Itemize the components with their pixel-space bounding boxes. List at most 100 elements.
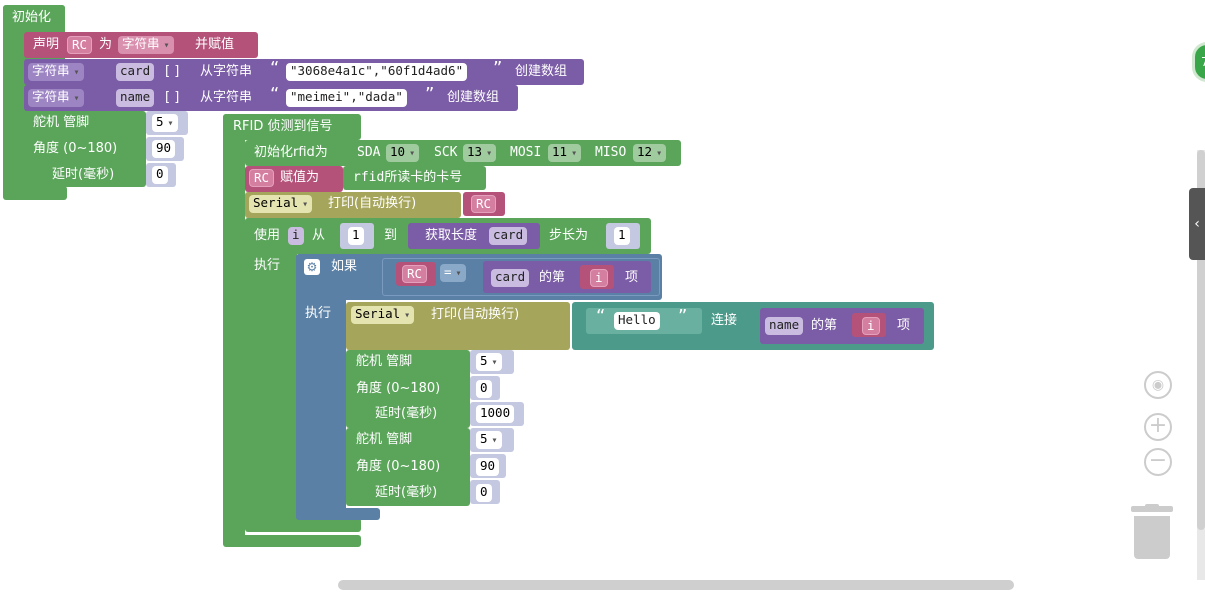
rc-var-field-1[interactable]: RC: [471, 195, 497, 213]
rfid-sda-dropdown[interactable]: 10: [386, 144, 420, 162]
rfid-hat-label: RFID 侦测到信号: [233, 119, 333, 134]
array-name-open-quote: “: [270, 84, 280, 105]
text-open-quote: “: [596, 306, 606, 327]
rc-assign-var-field[interactable]: RC: [249, 169, 275, 187]
compare-operator-dropdown[interactable]: =: [440, 264, 466, 282]
i-var-field-1[interactable]: i: [590, 269, 608, 287]
array-card-from: 从字符串: [200, 64, 253, 79]
array-name-from: 从字符串: [200, 90, 253, 105]
servo-angle-field[interactable]: 90: [152, 140, 176, 158]
toolbox-toggle-tab[interactable]: ‹: [1189, 188, 1205, 260]
array-name-name-field[interactable]: name: [116, 89, 155, 107]
rfid-mosi-dropdown[interactable]: 11: [548, 144, 582, 162]
servo2-delay-label: 延时(毫秒): [375, 485, 438, 500]
for-use-label: 使用: [254, 228, 281, 243]
rfid-init-label: 初始化rfid为: [254, 145, 328, 160]
rfid-mosi-label: MOSI: [510, 145, 542, 160]
for-do-label: 执行: [254, 258, 281, 273]
array-name-brackets: [ ]: [165, 90, 180, 105]
text-close-quote: ”: [678, 306, 688, 327]
declare-mid-label: 为: [99, 37, 113, 52]
setup-bottom: [3, 186, 67, 200]
array-card-close-quote: ”: [493, 58, 503, 79]
rfid-sck-dropdown[interactable]: 13: [463, 144, 497, 162]
servo2-angle-field[interactable]: 90: [476, 458, 500, 476]
array-name-close-quote: ”: [425, 84, 435, 105]
servo2-delay-field[interactable]: 0: [476, 484, 492, 502]
declare-label: 声明: [33, 37, 60, 52]
recenter-icon[interactable]: ◉: [1144, 371, 1172, 399]
array-get-nth-label-2: 的第: [811, 318, 838, 333]
declare-var-field[interactable]: RC: [67, 36, 93, 54]
declare-type-dropdown[interactable]: 字符串: [118, 36, 174, 54]
blockly-workspace[interactable]: 初始化 声明 RC 为 字符串 并赋值 字符串 card [ ] 从字符串 “ …: [0, 0, 1205, 594]
setup-hat-label: 初始化: [12, 10, 52, 25]
servo-delay-label: 延时(毫秒): [52, 167, 115, 182]
servo1-delay-label: 延时(毫秒): [375, 406, 438, 421]
declare-suffix-label: 并赋值: [195, 37, 235, 52]
rfid-bottom: [223, 535, 361, 547]
text-hello-field[interactable]: Hello: [614, 312, 660, 330]
for-step-field[interactable]: 1: [614, 227, 630, 245]
array-get-nth-label-1: 的第: [539, 270, 566, 285]
if-do-label: 执行: [305, 306, 332, 321]
servo2-pin-dropdown[interactable]: 5: [476, 431, 502, 449]
chevron-left-icon: ‹: [1194, 216, 1200, 232]
array-get-card-field[interactable]: card: [491, 269, 530, 287]
serial-port-dropdown-1[interactable]: Serial: [249, 195, 313, 213]
servo1-delay-field[interactable]: 1000: [476, 405, 515, 423]
for-to-label: 到: [384, 228, 398, 243]
zoom-out-icon[interactable]: −: [1144, 448, 1172, 476]
servo2-angle-label: 角度 (0~180): [356, 459, 441, 474]
trash-can-icon[interactable]: [1131, 504, 1173, 560]
servo1-angle-label: 角度 (0~180): [356, 381, 441, 396]
rfid-card-id-label: rfid所读卡的卡号: [353, 170, 463, 185]
array-length-arr-field[interactable]: card: [489, 227, 528, 245]
zoom-in-icon[interactable]: +: [1144, 413, 1172, 441]
servo-pin-label: 舵机 管脚: [33, 115, 90, 130]
array-name-value-field[interactable]: "meimei","dada": [286, 89, 407, 107]
rc-var-field-2[interactable]: RC: [402, 265, 428, 283]
gear-icon[interactable]: ⚙: [304, 259, 320, 275]
if-label: 如果: [331, 259, 358, 274]
rfid-event-block[interactable]: [223, 114, 245, 546]
i-var-field-2[interactable]: i: [862, 317, 880, 335]
servo1-angle-field[interactable]: 0: [476, 380, 492, 398]
for-step-label: 步长为: [549, 228, 589, 243]
array-name-type-dropdown[interactable]: 字符串: [28, 89, 84, 107]
array-get-name-field[interactable]: name: [765, 317, 804, 335]
serial-port-dropdown-2[interactable]: Serial: [351, 306, 415, 324]
if-bottom: [296, 508, 380, 520]
array-card-name-field[interactable]: card: [116, 63, 155, 81]
array-name-suffix: 创建数组: [447, 90, 500, 105]
for-from-label: 从: [312, 228, 326, 243]
servo1-pin-label: 舵机 管脚: [356, 354, 413, 369]
array-card-type-dropdown[interactable]: 字符串: [28, 63, 84, 81]
array-card-suffix: 创建数组: [515, 64, 568, 79]
servo1-pin-dropdown[interactable]: 5: [476, 353, 502, 371]
trash-body: [1134, 516, 1170, 559]
trash-handle: [1145, 504, 1159, 508]
servo-angle-label: 角度 (0~180): [33, 141, 118, 156]
servo-delay-field[interactable]: 0: [152, 166, 168, 184]
servo2-pin-label: 舵机 管脚: [356, 432, 413, 447]
rfid-miso-label: MISO: [595, 145, 627, 160]
rfid-sck-label: SCK: [434, 145, 458, 160]
array-get-item-label-2: 项: [897, 318, 911, 333]
for-start-field[interactable]: 1: [348, 227, 364, 245]
array-get-item-label-1: 项: [625, 270, 639, 285]
servo-pin-dropdown[interactable]: 5: [152, 114, 178, 132]
rfid-sda-label: SDA: [357, 145, 381, 160]
array-card-value-field[interactable]: "3068e4a1c","60f1d4ad6": [286, 63, 468, 81]
workspace-badge-label: 7: [1201, 55, 1205, 69]
for-var-field[interactable]: i: [288, 227, 304, 245]
array-length-label: 获取长度: [425, 228, 478, 243]
rc-assign-label: 赋值为: [280, 170, 320, 185]
workspace-badge[interactable]: 7: [1192, 42, 1205, 82]
serial-print-label-2: 打印(自动换行): [431, 307, 520, 322]
serial-print-label-1: 打印(自动换行): [328, 196, 417, 211]
rfid-miso-dropdown[interactable]: 12: [633, 144, 667, 162]
for-loop-bottom: [245, 518, 361, 532]
array-card-brackets: [ ]: [165, 64, 180, 79]
horizontal-scrollbar-thumb[interactable]: [338, 580, 1014, 590]
